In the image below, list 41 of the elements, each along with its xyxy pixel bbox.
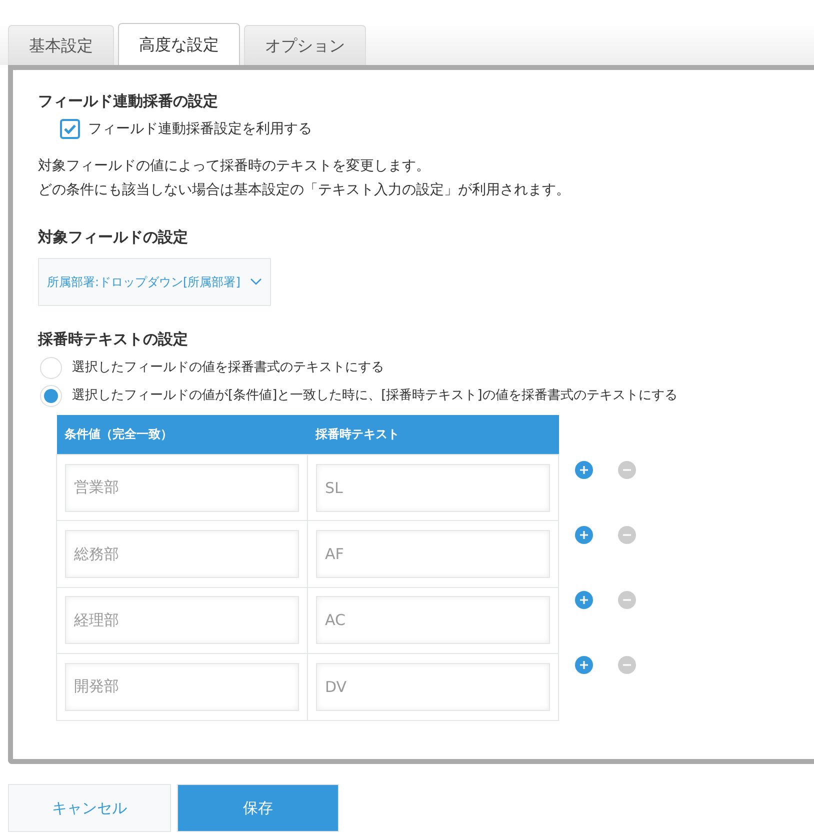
plus-icon xyxy=(580,530,588,538)
text-input[interactable]: 営業部 xyxy=(65,464,299,512)
tab[interactable]: 高度な設定 xyxy=(118,23,240,65)
column-header: 採番時テキスト xyxy=(308,414,558,454)
radio-button[interactable] xyxy=(40,356,62,378)
tab[interactable]: 基本設定 xyxy=(8,25,114,65)
checkbox[interactable] xyxy=(60,119,80,139)
radio-label: 選択したフィールドの値を採番書式のテキストにする xyxy=(72,358,384,377)
plus-icon xyxy=(580,660,588,668)
text-input[interactable]: 総務部 xyxy=(65,530,299,578)
add-row-button[interactable] xyxy=(575,526,593,544)
section-title: 採番時テキストの設定 xyxy=(38,329,189,350)
checkbox-label: フィールド連動採番設定を利用する xyxy=(88,120,312,138)
text-input[interactable]: AF xyxy=(316,530,550,578)
description-text: 対象フィールドの値によって採番時のテキストを変更します。 xyxy=(38,156,431,176)
section-title: 対象フィールドの設定 xyxy=(38,226,189,248)
tab[interactable]: オプション xyxy=(244,25,366,65)
save-button[interactable]: 保存 xyxy=(177,784,339,832)
remove-row-button[interactable] xyxy=(618,590,636,608)
remove-row-button[interactable] xyxy=(618,656,636,674)
radio-label: 選択したフィールドの値が[条件値]と一致した時に、[採番時テキスト]の値を採番書式のテキストにする xyxy=(72,386,678,405)
remove-row-button[interactable] xyxy=(618,460,636,478)
plus-icon xyxy=(580,596,588,604)
add-row-button[interactable] xyxy=(575,460,593,478)
text-input[interactable]: 経理部 xyxy=(65,596,299,644)
text-input[interactable]: SL xyxy=(316,464,550,512)
remove-row-button[interactable] xyxy=(618,526,636,544)
check-icon xyxy=(64,124,76,134)
add-row-button[interactable] xyxy=(575,656,593,674)
description-text: どの条件にも該当しない場合は基本設定の「テキスト入力の設定」が利用されます。 xyxy=(38,180,571,200)
section-title: フィールド連動採番の設定 xyxy=(38,91,219,112)
add-row-button[interactable] xyxy=(575,590,593,608)
text-input[interactable]: DV xyxy=(316,662,550,711)
text-input[interactable]: AC xyxy=(316,596,550,644)
text-input[interactable]: 開発部 xyxy=(65,662,299,711)
field-dropdown[interactable]: 所属部署:ドロップダウン[所属部署] xyxy=(38,258,272,306)
cancel-button[interactable]: キャンセル xyxy=(8,784,171,832)
column-header: 条件値（完全一致） xyxy=(56,414,308,454)
chevron-down-icon xyxy=(250,278,262,286)
radio-button[interactable] xyxy=(40,384,62,406)
plus-icon xyxy=(580,466,588,474)
